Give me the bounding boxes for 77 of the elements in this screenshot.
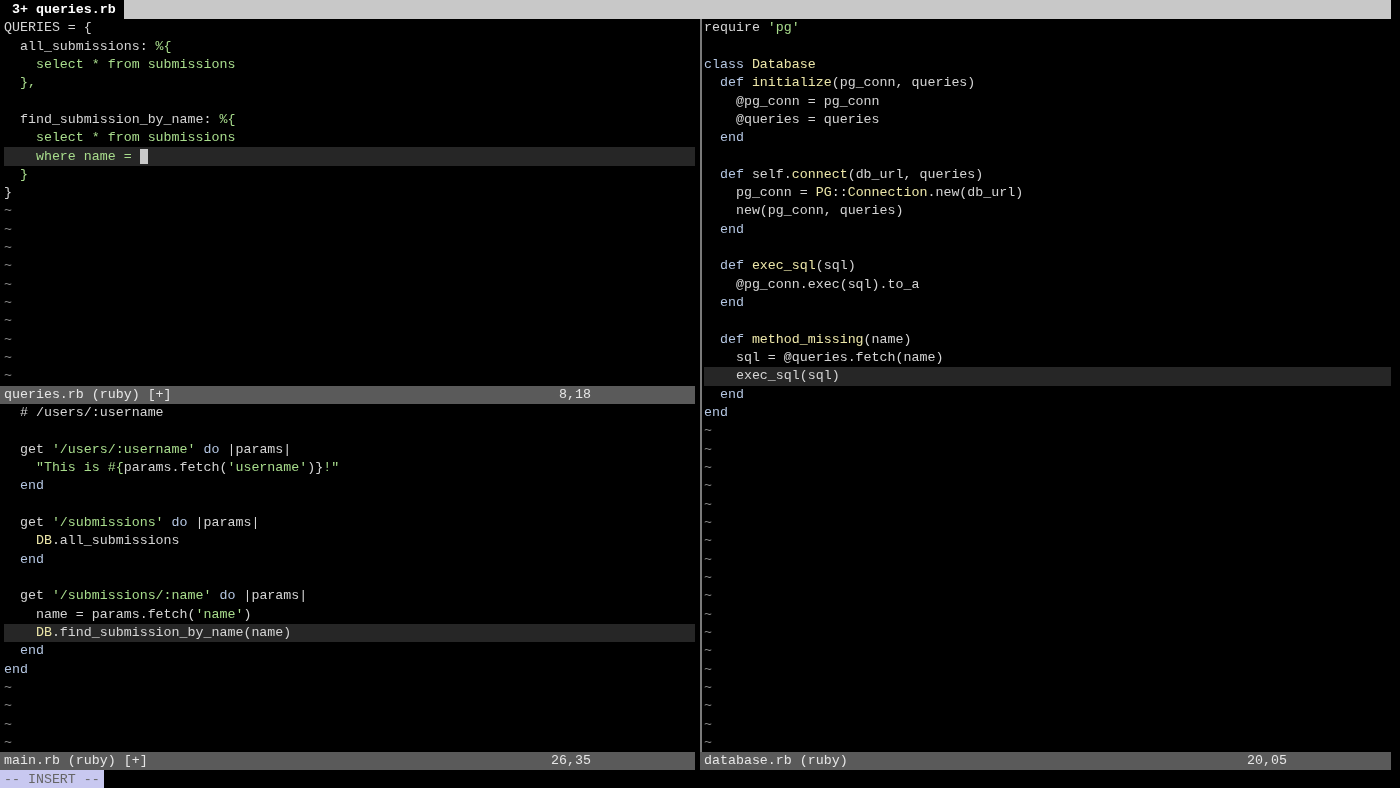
- filler-line: ~: [4, 349, 12, 368]
- code-line: def initialize(pg_conn, queries): [718, 74, 976, 93]
- code-line: get '/users/:username' do |params|: [18, 440, 292, 459]
- code-line: def method_missing(name): [718, 330, 912, 349]
- code-line: name = params.fetch('name'): [34, 605, 252, 624]
- code-line: QUERIES = {: [4, 19, 92, 38]
- cursor-position: 26,35: [551, 752, 591, 771]
- code-line: # /users/:username: [18, 404, 164, 423]
- code-line: pg_conn = PG::Connection.new(db_url): [734, 184, 1024, 203]
- filler-line: ~: [704, 532, 712, 551]
- filler-line: ~: [4, 734, 12, 752]
- code-line: all_submissions: %{: [18, 37, 172, 56]
- code-line: end: [704, 404, 728, 423]
- code-line: find_submission_by_name: %{: [18, 110, 236, 129]
- code-line: sql = @queries.fetch(name): [734, 349, 944, 368]
- code-line: @pg_conn.exec(sql).to_a: [734, 275, 920, 294]
- filler-line: ~: [4, 294, 12, 313]
- filler-line: ~: [704, 440, 712, 459]
- filler-line: ~: [4, 679, 12, 697]
- code-line: require 'pg': [704, 19, 800, 38]
- code-line: end: [4, 660, 28, 679]
- code-line: def exec_sql(sql): [718, 257, 856, 276]
- filler-line: ~: [704, 550, 712, 569]
- code-line: select * from submissions: [34, 129, 236, 148]
- filler-line: ~: [704, 734, 712, 752]
- filler-line: ~: [704, 422, 712, 441]
- code-line: end: [18, 477, 44, 496]
- code-line: @queries = queries: [734, 110, 880, 129]
- file-status: main.rb (ruby) [+]: [4, 752, 148, 771]
- code-line: end: [718, 294, 744, 313]
- file-status: database.rb (ruby): [704, 752, 848, 771]
- filler-line: ~: [704, 715, 712, 734]
- code-line: exec_sql(sql): [734, 367, 840, 386]
- file-status: queries.rb (ruby) [+]: [4, 385, 172, 404]
- filler-line: ~: [704, 697, 712, 716]
- code-line: DB.all_submissions: [34, 532, 180, 551]
- filler-line: ~: [4, 715, 12, 734]
- code-line: class Database: [704, 55, 816, 74]
- code-line: where name =: [34, 147, 133, 166]
- filler-line: ~: [4, 312, 12, 331]
- filler-line: ~: [704, 624, 712, 643]
- code-line: "This is #{params.fetch('username')}!": [34, 459, 340, 478]
- filler-line: ~: [704, 679, 712, 697]
- filler-line: ~: [704, 514, 712, 533]
- filler-line: ~: [704, 642, 712, 661]
- filler-line: ~: [704, 605, 712, 624]
- filler-line: ~: [704, 587, 712, 606]
- filler-line: ~: [4, 367, 12, 386]
- code-line: get '/submissions' do |params|: [18, 514, 260, 533]
- code-line: new(pg_conn, queries): [734, 202, 904, 221]
- code-line: end: [718, 385, 744, 404]
- code-line: }: [18, 165, 28, 184]
- filler-line: ~: [704, 477, 712, 496]
- code-line: @pg_conn = pg_conn: [734, 92, 880, 111]
- filler-line: ~: [704, 495, 712, 514]
- filler-line: ~: [704, 660, 712, 679]
- code-line: select * from submissions: [34, 55, 236, 74]
- code-line: def self.connect(db_url, queries): [718, 165, 984, 184]
- filler-line: ~: [4, 330, 12, 349]
- code-line: DB.find_submission_by_name(name): [34, 624, 292, 643]
- filler-line: ~: [4, 220, 12, 239]
- filler-line: ~: [4, 697, 12, 716]
- filler-line: ~: [4, 275, 12, 294]
- filler-line: ~: [704, 569, 712, 588]
- code-line: end: [18, 550, 44, 569]
- filler-line: ~: [704, 459, 712, 478]
- code-line: },: [18, 74, 36, 93]
- code-line: end: [18, 642, 44, 661]
- cursor-position: 8,18: [559, 385, 591, 404]
- cursor-position: 20,05: [1247, 752, 1287, 771]
- filler-line: ~: [4, 257, 12, 276]
- filler-line: ~: [4, 239, 12, 258]
- code-line: end: [718, 129, 744, 148]
- code-line: end: [718, 220, 744, 239]
- filler-line: ~: [4, 202, 12, 221]
- code-line: }: [4, 184, 12, 203]
- code-line: get '/submissions/:name' do |params|: [18, 587, 308, 606]
